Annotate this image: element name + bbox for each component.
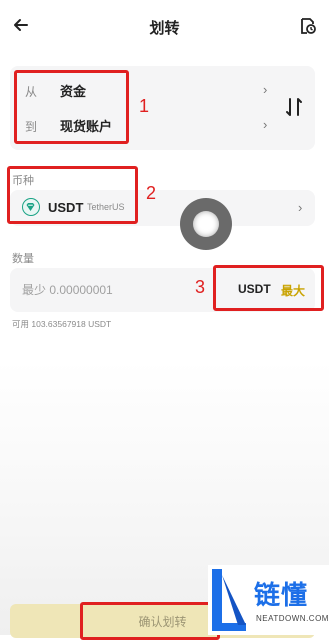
watermark-site: NEATDOWN.COM <box>256 614 329 623</box>
touch-indicator-center <box>193 211 219 237</box>
annotation-box-4 <box>80 602 220 640</box>
watermark: 链懂 NEATDOWN.COM <box>208 565 329 635</box>
annotation-number-1: 1 <box>139 96 150 116</box>
annotation-box-3 <box>213 265 324 311</box>
chevron-right-icon[interactable]: › <box>263 82 267 97</box>
history-icon[interactable] <box>298 16 318 36</box>
swap-icon[interactable] <box>284 96 304 118</box>
annotation-number-3: 3 <box>195 277 206 297</box>
annotation-box-2 <box>7 166 138 224</box>
chevron-right-icon[interactable]: › <box>263 117 267 132</box>
annotation-box-1 <box>14 70 129 144</box>
available-balance: 可用 103.63567918 USDT <box>12 319 112 329</box>
watermark-brand: 链懂 <box>254 580 309 610</box>
amount-label: 数量 <box>12 253 34 265</box>
annotation-number-2: 2 <box>146 183 157 203</box>
chevron-right-icon[interactable]: › <box>298 200 302 215</box>
amount-input[interactable] <box>22 280 192 300</box>
page-title: 划转 <box>149 20 180 37</box>
